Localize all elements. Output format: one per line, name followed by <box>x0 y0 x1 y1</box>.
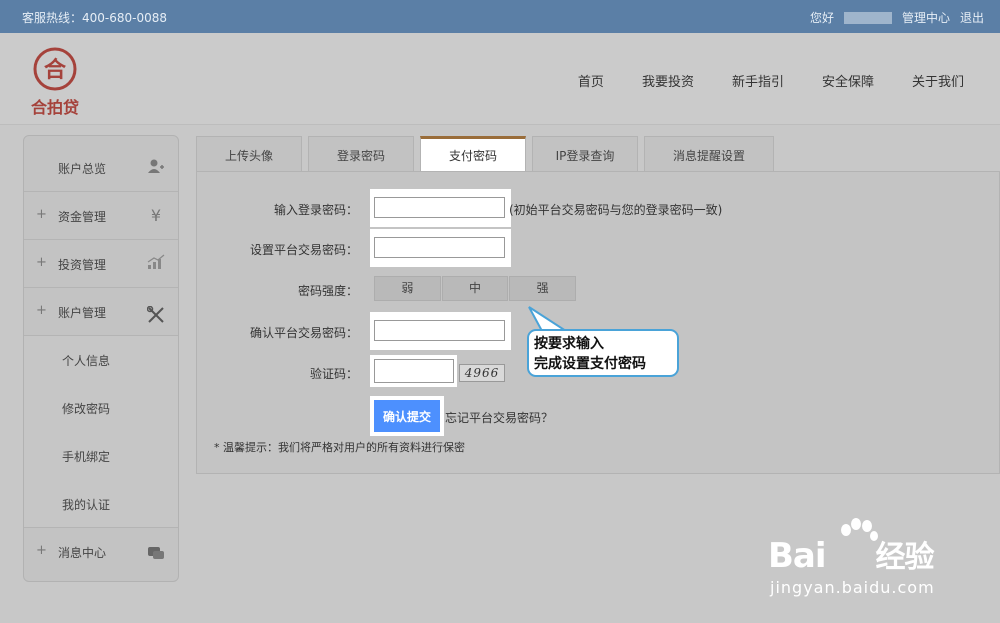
login-password-input[interactable] <box>374 197 505 218</box>
callout-line-1: 按要求输入 <box>534 336 604 352</box>
login-password-label: 输入登录密码： <box>273 203 358 217</box>
captcha-label: 验证码： <box>309 367 358 381</box>
user-icon <box>146 158 166 178</box>
site-header: 合 合拍贷 首页 我要投资 新手指引 安全保障 关于我们 <box>0 33 1000 125</box>
sidebar-subitem-phone-binding[interactable]: 手机绑定 <box>24 432 178 480</box>
tab-notification-settings[interactable]: 消息提醒设置 <box>644 136 774 172</box>
tools-icon <box>146 305 166 326</box>
expand-icon: + <box>36 543 47 558</box>
yen-icon: ¥ <box>150 206 162 225</box>
password-strength-meter: 弱 中 强 <box>374 276 577 301</box>
callout-line-2: 完成设置支付密码 <box>534 356 646 372</box>
sidebar-item-investments[interactable]: + 投资管理 <box>24 240 178 288</box>
strength-strong: 强 <box>509 276 577 301</box>
tab-login-password[interactable]: 登录密码 <box>308 136 414 172</box>
sidebar-item-label: 资金管理 <box>58 210 107 224</box>
username-mask <box>843 11 892 24</box>
nav-home[interactable]: 首页 <box>578 71 604 90</box>
sidebar-item-label: 投资管理 <box>58 258 107 272</box>
greeting-text: 您好 <box>809 11 834 25</box>
sidebar-subitem-verification[interactable]: 我的认证 <box>24 480 178 528</box>
logo-text: 合拍贷 <box>31 98 79 117</box>
expand-icon: + <box>36 255 47 270</box>
nav-about[interactable]: 关于我们 <box>912 71 964 90</box>
logo-glyph: 合 <box>44 57 67 83</box>
baidu-jingyan-watermark: Bai 经验 jingyan.baidu.com <box>768 518 988 608</box>
strength-weak: 弱 <box>374 276 441 301</box>
expand-icon: + <box>36 207 47 222</box>
sidebar-subitem-label: 修改密码 <box>62 402 111 416</box>
sidebar-subitem-label: 我的认证 <box>62 498 111 512</box>
nav-invest[interactable]: 我要投资 <box>642 71 694 90</box>
admin-center-link[interactable]: 管理中心 <box>902 9 950 26</box>
sidebar-item-account[interactable]: + 账户管理 <box>24 288 178 336</box>
confirm-trade-password-label: 确认平台交易密码： <box>249 326 358 340</box>
watermark-url: jingyan.baidu.com <box>770 578 935 597</box>
nav-security[interactable]: 安全保障 <box>822 71 874 90</box>
chat-icon <box>146 546 166 566</box>
sidebar-subitem-profile[interactable]: 个人信息 <box>24 336 178 384</box>
nav-guide[interactable]: 新手指引 <box>732 71 784 90</box>
confirm-submit-button[interactable]: 确认提交 <box>374 400 440 432</box>
tab-payment-password[interactable]: 支付密码 <box>420 136 526 172</box>
logout-link[interactable]: 退出 <box>960 9 984 26</box>
privacy-note: * 温馨提示：我们将严格对用户的所有资料进行保密 <box>214 441 465 454</box>
watermark-brand: Bai 经验 <box>768 536 935 576</box>
set-trade-password-label: 设置平台交易密码： <box>249 243 358 257</box>
sidebar-item-funds[interactable]: + 资金管理 ¥ <box>24 192 178 240</box>
top-bar: 客服热线：400-680-0088 您好 管理中心 退出 <box>0 0 1000 33</box>
sidebar-item-label: 消息中心 <box>58 546 107 560</box>
sidebar-item-messages[interactable]: + 消息中心 <box>24 528 178 576</box>
brand-logo[interactable]: 合 合拍贷 <box>22 43 88 117</box>
main-nav: 首页 我要投资 新手指引 安全保障 关于我们 <box>578 71 964 90</box>
sidebar-item-overview[interactable]: 账户总览 <box>24 136 178 192</box>
strength-label: 密码强度： <box>297 284 358 298</box>
settings-tabs: 上传头像 登录密码 支付密码 IP登录查询 消息提醒设置 <box>196 136 774 172</box>
strength-medium: 中 <box>441 276 509 301</box>
instruction-callout: 按要求输入 完成设置支付密码 <box>527 329 679 377</box>
login-password-hint: (初始平台交易密码与您的登录密码一致) <box>509 203 723 217</box>
sidebar-item-label: 账户管理 <box>58 306 107 320</box>
sidebar: 账户总览 + 资金管理 ¥ + 投资管理 + 账户管理 个人信息 修改密码 手机… <box>23 135 179 582</box>
forgot-trade-password-link[interactable]: 忘记平台交易密码？ <box>445 409 553 426</box>
set-trade-password-input[interactable] <box>374 237 505 258</box>
captcha-image[interactable]: 4966 <box>459 364 505 382</box>
expand-icon: + <box>36 303 47 318</box>
sidebar-subitem-label: 个人信息 <box>62 354 111 368</box>
hotline-text: 客服热线：400-680-0088 <box>22 11 168 25</box>
sidebar-subitem-change-password[interactable]: 修改密码 <box>24 384 178 432</box>
user-links: 您好 管理中心 退出 <box>810 9 984 26</box>
sidebar-subitem-label: 手机绑定 <box>62 450 111 464</box>
chart-icon <box>146 254 166 274</box>
confirm-trade-password-input[interactable] <box>374 320 505 341</box>
captcha-input[interactable] <box>374 359 454 383</box>
tab-ip-login-query[interactable]: IP登录查询 <box>532 136 638 172</box>
tab-upload-avatar[interactable]: 上传头像 <box>196 136 302 172</box>
sidebar-item-label: 账户总览 <box>58 162 107 176</box>
